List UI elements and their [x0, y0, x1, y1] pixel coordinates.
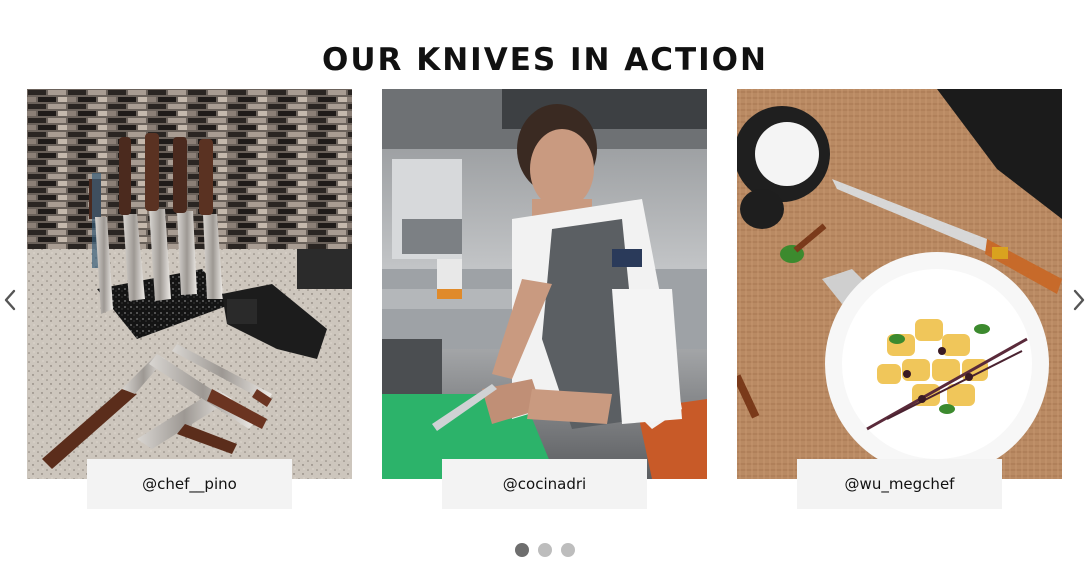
carousel-card[interactable]: @cocinadri [382, 89, 707, 509]
plated-dish-with-knife-photo[interactable] [737, 89, 1062, 479]
chef-cutting-board-photo[interactable] [382, 89, 707, 479]
carousel-card[interactable]: @wu_megchef [737, 89, 1062, 509]
carousel-next-button[interactable] [1069, 288, 1089, 312]
carousel-prev-button[interactable] [0, 288, 20, 312]
instagram-handle[interactable]: @wu_megchef [797, 459, 1002, 509]
chevron-right-icon [1073, 289, 1085, 311]
instagram-handle[interactable]: @chef__pino [87, 459, 292, 509]
pagination-dot-3[interactable] [561, 543, 575, 557]
pagination-dot-1[interactable] [515, 543, 529, 557]
pagination-dot-2[interactable] [538, 543, 552, 557]
carousel-pagination [0, 543, 1090, 557]
knife-set-magnetic-block-photo[interactable] [27, 89, 352, 479]
chevron-left-icon [4, 289, 16, 311]
section-title: OUR KNIVES IN ACTION [322, 41, 768, 78]
carousel-card[interactable]: @chef__pino [27, 89, 352, 509]
instagram-carousel: @chef__pino @cocinadri @wu_megchef [0, 89, 1090, 509]
instagram-handle[interactable]: @cocinadri [442, 459, 647, 509]
